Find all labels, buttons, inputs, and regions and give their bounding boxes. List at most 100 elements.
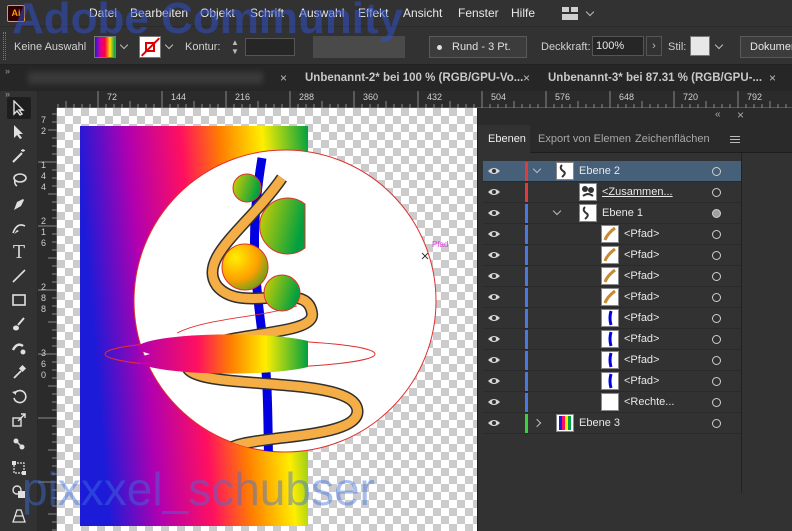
small-ball[interactable] xyxy=(232,173,262,203)
menu-objekt[interactable]: Objekt xyxy=(200,6,235,20)
chevron-right-icon[interactable]: › xyxy=(646,36,662,56)
eye-icon[interactable] xyxy=(488,334,500,344)
menu-hilfe[interactable]: Hilfe xyxy=(511,6,535,20)
document-setup-button[interactable]: Dokumen xyxy=(740,36,792,58)
layer-name[interactable]: Ebene 3 xyxy=(579,417,620,429)
target-icon[interactable] xyxy=(712,209,721,218)
chevron-down-icon[interactable] xyxy=(164,40,174,50)
layer-name[interactable]: <Pfad> xyxy=(624,354,659,366)
vertical-ruler[interactable]: 7 2 1 4 4 2 1 6 2 8 8 3 6 0 xyxy=(38,108,57,531)
opacity-input[interactable]: 100% xyxy=(592,36,644,56)
layer-name[interactable]: Ebene 1 xyxy=(602,207,643,219)
target-icon[interactable] xyxy=(712,377,721,386)
eye-icon[interactable] xyxy=(488,229,500,239)
eye-icon[interactable] xyxy=(488,397,500,407)
free-transform-tool-icon[interactable] xyxy=(7,457,31,479)
chevron-down-icon[interactable] xyxy=(585,7,595,17)
menu-schrift[interactable]: Schrift xyxy=(250,6,284,20)
layer-name[interactable]: <Pfad> xyxy=(624,249,659,261)
type-tool-icon[interactable]: T xyxy=(7,241,31,263)
paintbrush-tool-icon[interactable] xyxy=(7,313,31,335)
close-icon[interactable]: × xyxy=(769,71,776,85)
artwork[interactable] xyxy=(57,108,477,531)
brush-dropdown[interactable]: Rund - 3 Pt. xyxy=(429,36,527,58)
target-icon[interactable] xyxy=(712,272,721,281)
eye-icon[interactable] xyxy=(488,250,500,260)
tab-unbenannt-3[interactable]: Unbenannt-3* bei 87.31 % (RGB/GPU-... xyxy=(548,65,762,91)
collapse-icon[interactable]: » xyxy=(5,66,10,76)
layer-row[interactable]: <Pfad> xyxy=(483,287,741,308)
direct-selection-tool-icon[interactable] xyxy=(7,121,31,143)
ball[interactable] xyxy=(263,274,301,312)
eye-icon[interactable] xyxy=(488,355,500,365)
blurred-tab[interactable] xyxy=(28,72,263,84)
eye-icon[interactable] xyxy=(488,208,500,218)
chevron-down-icon[interactable] xyxy=(714,40,724,50)
tab-artboards[interactable]: Zeichenflächen xyxy=(635,133,710,145)
collapse-icon[interactable]: « xyxy=(715,109,721,120)
target-icon[interactable] xyxy=(712,356,721,365)
target-icon[interactable] xyxy=(712,314,721,323)
target-icon[interactable] xyxy=(712,419,721,428)
stroke-swatch[interactable] xyxy=(139,36,161,58)
stroke-weight-input[interactable] xyxy=(245,38,295,56)
workspace-icon[interactable] xyxy=(562,7,578,20)
layer-name[interactable]: <Rechte... xyxy=(624,396,674,408)
close-icon[interactable]: × xyxy=(280,71,287,85)
eye-icon[interactable] xyxy=(488,271,500,281)
eye-icon[interactable] xyxy=(488,187,500,197)
tab-unbenannt-2[interactable]: Unbenannt-2* bei 100 % (RGB/GPU-Vo... xyxy=(305,65,523,91)
medium-ball[interactable] xyxy=(221,243,269,291)
layer-row[interactable]: <Pfad> xyxy=(483,329,741,350)
eye-icon[interactable] xyxy=(488,376,500,386)
panel-menu-icon[interactable] xyxy=(730,136,740,143)
layer-row[interactable]: Ebene 3 xyxy=(483,413,741,434)
layer-row[interactable]: <Pfad> xyxy=(483,371,741,392)
selection-tool-icon[interactable] xyxy=(7,97,31,119)
layer-name[interactable]: <Pfad> xyxy=(624,291,659,303)
layer-name[interactable]: <Pfad> xyxy=(624,228,659,240)
layer-row[interactable]: <Pfad> xyxy=(483,266,741,287)
fill-swatch[interactable] xyxy=(94,36,116,58)
layer-row[interactable]: Ebene 1 xyxy=(483,203,741,224)
target-icon[interactable] xyxy=(712,167,721,176)
menu-auswahl[interactable]: Auswahl xyxy=(299,6,344,20)
shape-builder-tool-icon[interactable] xyxy=(7,481,31,503)
layer-name[interactable]: <Pfad> xyxy=(624,375,659,387)
chevron-right-icon[interactable] xyxy=(532,418,542,428)
layer-name[interactable]: <Pfad> xyxy=(624,333,659,345)
eyedropper-tool-icon[interactable] xyxy=(7,361,31,383)
blob-brush-tool-icon[interactable] xyxy=(7,337,31,359)
close-icon[interactable]: × xyxy=(737,108,744,122)
target-icon[interactable] xyxy=(712,230,721,239)
chevron-down-icon[interactable] xyxy=(552,206,562,216)
target-icon[interactable] xyxy=(712,293,721,302)
menu-bearbeiten[interactable]: Bearbeiten xyxy=(130,6,188,20)
perspective-grid-tool-icon[interactable] xyxy=(7,505,31,527)
tab-export[interactable]: Export von Elemen xyxy=(538,133,631,145)
layer-row[interactable]: <Pfad> xyxy=(483,245,741,266)
menu-effekt[interactable]: Effekt xyxy=(358,6,388,20)
chevron-down-icon[interactable] xyxy=(532,164,542,174)
menu-ansicht[interactable]: Ansicht xyxy=(403,6,442,20)
line-tool-icon[interactable] xyxy=(7,265,31,287)
scale-tool-icon[interactable] xyxy=(7,409,31,431)
lasso-tool-icon[interactable] xyxy=(7,169,31,191)
layer-name[interactable]: <Pfad> xyxy=(624,312,659,324)
style-swatch[interactable] xyxy=(690,36,710,56)
layer-name[interactable]: <Pfad> xyxy=(624,270,659,282)
layer-row[interactable]: <Pfad> xyxy=(483,224,741,245)
close-icon[interactable]: × xyxy=(523,71,530,85)
gradient-ellipse[interactable] xyxy=(138,334,308,374)
magic-wand-tool-icon[interactable] xyxy=(7,145,31,167)
layer-row[interactable]: <Rechte... xyxy=(483,392,741,413)
target-icon[interactable] xyxy=(712,251,721,260)
stroke-stepper[interactable]: ▲ ▼ xyxy=(231,38,241,56)
target-icon[interactable] xyxy=(712,188,721,197)
eye-icon[interactable] xyxy=(488,166,500,176)
pen-tool-icon[interactable] xyxy=(7,193,31,215)
layer-row[interactable]: <Pfad> xyxy=(483,308,741,329)
layer-name[interactable]: <Zusammen... xyxy=(602,186,673,198)
variable-width-profile[interactable] xyxy=(313,36,405,58)
eye-icon[interactable] xyxy=(488,418,500,428)
